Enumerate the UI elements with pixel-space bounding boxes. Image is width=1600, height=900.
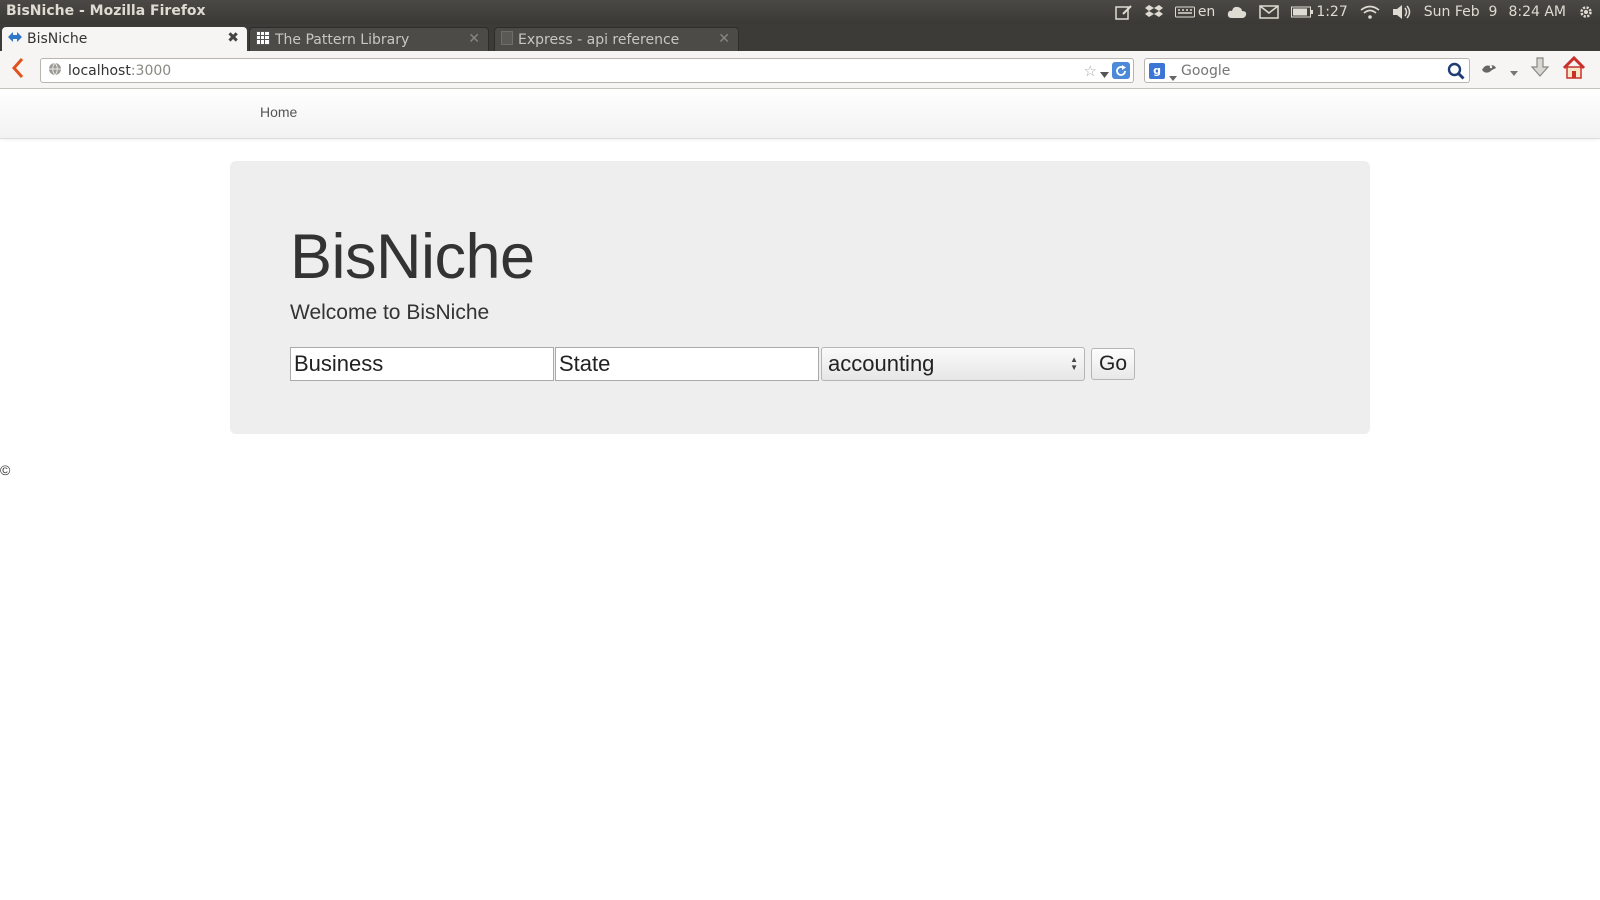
site-navbar: Home xyxy=(0,89,1600,139)
keyboard-layout-label: en xyxy=(1197,4,1216,20)
system-tray: en 1:27 Sun Feb 9 8:24 AM xyxy=(1115,0,1594,24)
clock-date: Sun Feb 9 xyxy=(1423,4,1498,20)
tab-pattern-library[interactable]: The Pattern Library ✕ xyxy=(249,27,489,51)
category-select[interactable]: accounting ▲ ▼ xyxy=(821,347,1085,381)
welcome-text: Welcome to BisNiche xyxy=(290,301,490,324)
battery-time: 1:27 xyxy=(1316,4,1348,20)
clock-time: 8:24 AM xyxy=(1508,4,1566,20)
history-dropdown-icon[interactable] xyxy=(1100,66,1109,82)
mail-icon[interactable] xyxy=(1259,5,1280,19)
close-icon[interactable]: ✕ xyxy=(718,31,730,47)
addon-icon[interactable] xyxy=(1480,61,1498,80)
nav-home-link[interactable]: Home xyxy=(260,104,297,120)
back-button[interactable] xyxy=(6,57,30,83)
tab-strip: BisNiche ✖ The Pattern Library ✕ Express… xyxy=(0,24,1600,74)
window-title: BisNiche - Mozilla Firefox xyxy=(6,3,206,19)
tab-label: Express - api reference xyxy=(518,31,680,48)
engine-dropdown-icon[interactable] xyxy=(1169,69,1177,85)
globe-icon xyxy=(48,62,62,80)
select-arrows-icon: ▲ ▼ xyxy=(1070,355,1078,372)
footer-copyright: © xyxy=(0,462,11,478)
dropbox-icon[interactable] xyxy=(1144,4,1163,20)
edit-icon[interactable] xyxy=(1115,4,1133,20)
page-title: BisNiche xyxy=(290,222,535,292)
url-host: localhost xyxy=(68,62,131,79)
close-icon[interactable]: ✖ xyxy=(227,30,239,46)
addon-dropdown-icon[interactable] xyxy=(1510,61,1518,80)
battery-icon xyxy=(1291,6,1314,18)
bookmark-star-icon[interactable]: ☆ xyxy=(1084,62,1097,80)
battery-indicator[interactable]: 1:27 xyxy=(1291,4,1348,20)
category-select-value: accounting xyxy=(828,351,935,376)
url-bar[interactable]: localhost:3000 ☆ xyxy=(40,58,1134,83)
tab-label: The Pattern Library xyxy=(275,31,410,48)
os-title-bar: BisNiche - Mozilla Firefox en 1:27 Sun F… xyxy=(0,0,1600,24)
search-input[interactable] xyxy=(1181,63,1421,79)
hero-panel: BisNiche Welcome to BisNiche accounting … xyxy=(230,161,1370,434)
tab-bisniche[interactable]: BisNiche ✖ xyxy=(2,27,247,51)
downloads-icon[interactable] xyxy=(1530,57,1550,83)
business-input[interactable] xyxy=(290,347,554,381)
keyboard-icon xyxy=(1174,5,1195,19)
search-bar[interactable]: g xyxy=(1144,58,1470,83)
go-button[interactable]: Go xyxy=(1091,348,1135,380)
volume-icon[interactable] xyxy=(1392,4,1412,20)
tab-label: BisNiche xyxy=(27,31,88,47)
back-arrow-icon xyxy=(11,57,25,83)
search-icon[interactable] xyxy=(1447,62,1465,84)
tab-express-api-reference[interactable]: Express - api reference ✕ xyxy=(494,27,739,51)
close-icon[interactable]: ✕ xyxy=(468,31,480,47)
reload-icon[interactable] xyxy=(1112,62,1130,79)
wifi-icon[interactable] xyxy=(1360,5,1380,19)
toolbar-icons xyxy=(1480,55,1586,84)
gear-icon[interactable] xyxy=(1578,4,1594,20)
web-page: Home BisNiche Welcome to BisNiche accoun… xyxy=(0,89,1600,900)
clock[interactable]: Sun Feb 9 8:24 AM xyxy=(1424,4,1566,20)
url-port: :3000 xyxy=(130,62,172,79)
cloud-icon[interactable] xyxy=(1227,5,1247,19)
home-icon[interactable] xyxy=(1562,55,1586,84)
keyboard-layout[interactable]: en xyxy=(1174,4,1216,20)
state-input[interactable] xyxy=(555,347,819,381)
bisniche-favicon xyxy=(8,31,22,47)
pattern-library-favicon xyxy=(256,30,270,49)
navigation-toolbar: localhost:3000 ☆ g xyxy=(0,51,1600,89)
blank-page-icon xyxy=(501,30,513,49)
google-engine-icon[interactable]: g xyxy=(1149,63,1165,79)
